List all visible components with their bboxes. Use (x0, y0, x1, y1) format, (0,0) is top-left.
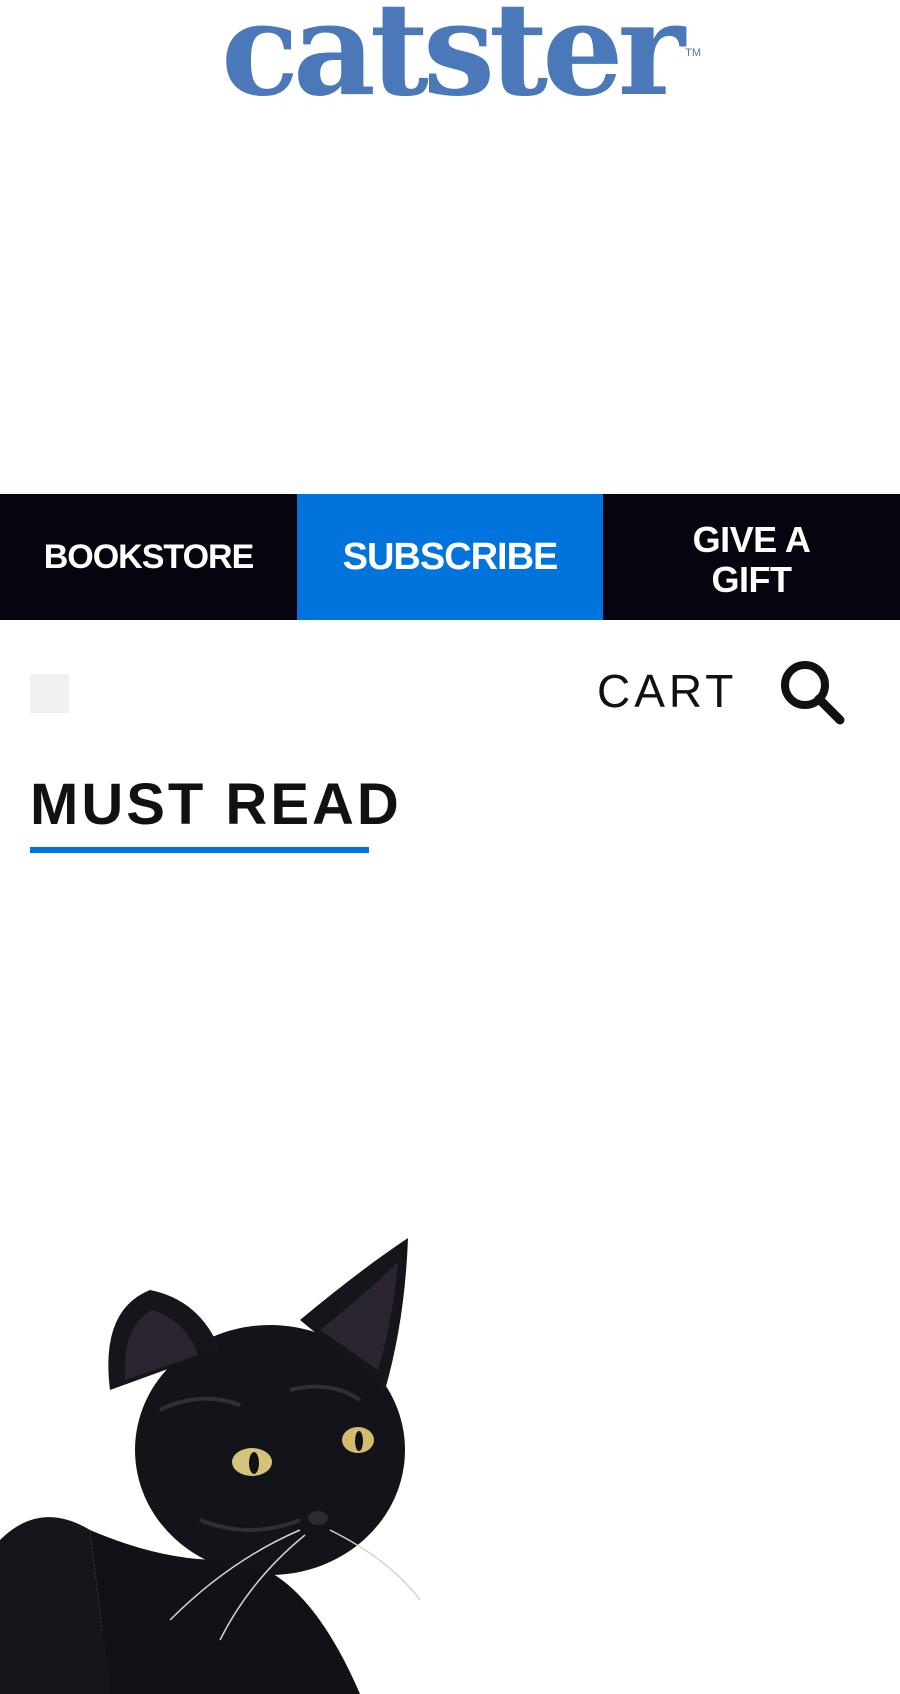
page: catster TM BOOKSTORE SUBSCRIBE GIVE A GI… (0, 0, 900, 1694)
subscribe-label: SUBSCRIBE (342, 535, 559, 578)
section-title-underline (30, 847, 369, 853)
promo-bar: BOOKSTORE SUBSCRIBE GIVE A GIFT (0, 494, 900, 620)
logo-trademark: TM (685, 47, 702, 59)
subscribe-button[interactable]: SUBSCRIBE (297, 494, 603, 620)
give-a-gift-button[interactable]: GIVE A GIFT (603, 494, 900, 620)
bookstore-button[interactable]: BOOKSTORE (0, 494, 297, 620)
bookstore-label: BOOKSTORE (43, 537, 255, 576)
menu-icon[interactable] (30, 674, 69, 713)
logo-text: catster (220, 0, 685, 125)
cart-link[interactable]: CART (597, 664, 737, 718)
section-title-must-read: MUST READ (30, 772, 402, 837)
catster-logo[interactable]: catster TM (221, 0, 701, 114)
search-icon[interactable] (776, 656, 848, 728)
ad-space (0, 130, 900, 494)
give-a-gift-label: GIVE A GIFT (692, 519, 811, 600)
site-header: catster TM (0, 0, 900, 130)
utility-bar: CART (0, 620, 900, 770)
black-cat-photo[interactable] (0, 1200, 460, 1694)
